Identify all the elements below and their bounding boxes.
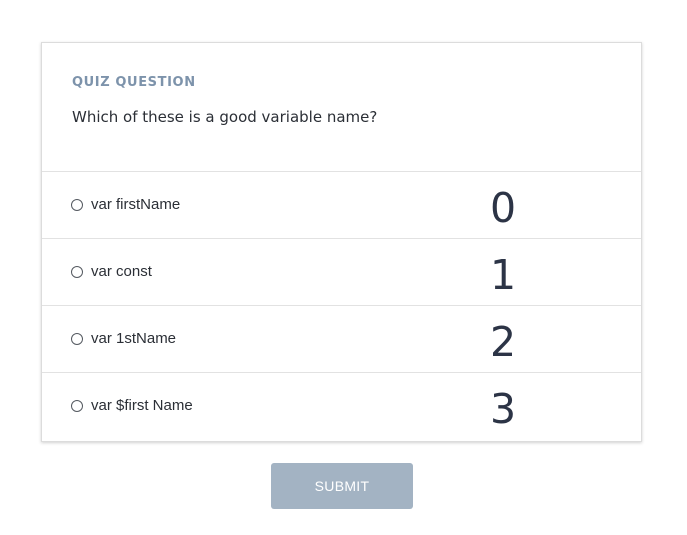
answer-label: var firstName	[91, 196, 181, 213]
quiz-question: Which of these is a good variable name?	[72, 108, 378, 126]
submit-button[interactable]: SUBMIT	[271, 463, 413, 509]
quiz-card: QUIZ QUESTION Which of these is a good v…	[41, 42, 642, 442]
answer-option-2[interactable]: var 1stName 2	[42, 306, 641, 373]
answer-option-3[interactable]: var $first Name 3	[42, 373, 641, 443]
radio-button[interactable]	[71, 400, 83, 412]
radio-button[interactable]	[71, 266, 83, 278]
answer-option-1[interactable]: var const 1	[42, 239, 641, 306]
radio-button[interactable]	[71, 199, 83, 211]
answer-option-0[interactable]: var firstName 0	[42, 172, 641, 239]
answer-index: 2	[489, 318, 517, 366]
answer-index: 3	[489, 385, 517, 433]
answer-index: 0	[489, 184, 517, 232]
quiz-eyebrow: QUIZ QUESTION	[72, 75, 196, 90]
answer-label: var const	[91, 263, 152, 280]
answer-label: var 1stName	[91, 330, 177, 347]
radio-button[interactable]	[71, 333, 83, 345]
answer-label: var $first Name	[91, 397, 193, 414]
quiz-header: QUIZ QUESTION Which of these is a good v…	[42, 43, 641, 172]
answer-index: 1	[489, 251, 517, 299]
